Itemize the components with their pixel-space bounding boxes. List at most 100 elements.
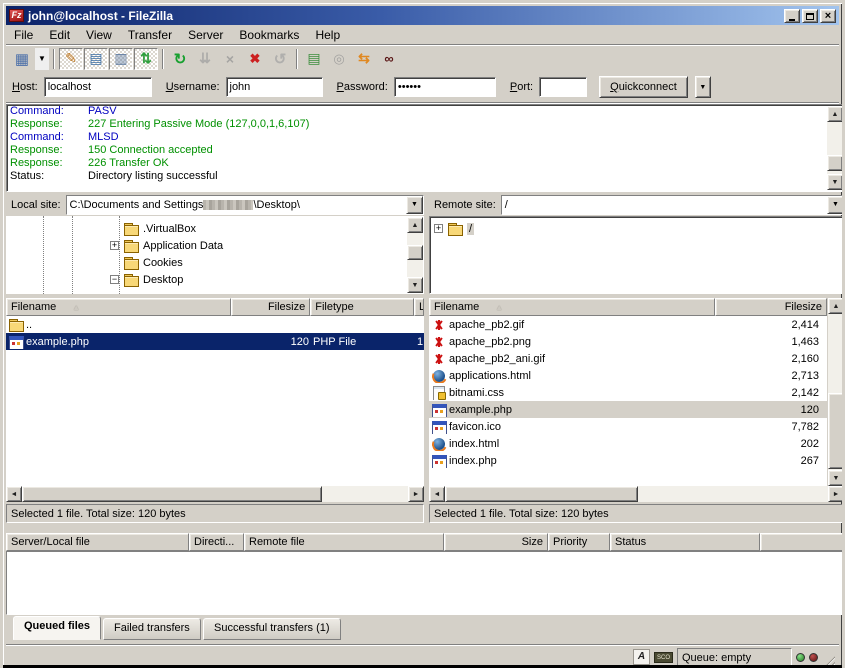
host-input[interactable]: localhost xyxy=(44,77,152,97)
remote-site-dropdown[interactable]: ▼ xyxy=(827,196,844,214)
file-row[interactable]: index.html 202 xyxy=(429,435,827,452)
log-scroll-up[interactable]: ▲ xyxy=(827,106,843,122)
file-row[interactable]: bitnami.css 2,142 xyxy=(429,384,827,401)
folder-icon xyxy=(123,222,139,236)
remote-status: Selected 1 file. Total size: 120 bytes xyxy=(429,504,845,523)
tree-item[interactable]: Cookies xyxy=(110,254,410,271)
host-label: Host: xyxy=(12,81,38,93)
column-filesize[interactable]: Filesize xyxy=(231,298,310,316)
file-row[interactable]: apache_pb2_ani.gif 2,160 xyxy=(429,350,827,367)
menu-item[interactable]: Bookmarks xyxy=(231,26,307,44)
remote-scroll-thumb[interactable] xyxy=(828,393,844,469)
tree-item[interactable]: − Desktop xyxy=(110,271,410,288)
remote-site-combo[interactable]: / ▼ xyxy=(501,195,845,215)
local-hscroll-left[interactable]: ◄ xyxy=(6,486,22,502)
remote-hscroll-thumb[interactable] xyxy=(445,486,638,502)
remote-hscroll-right[interactable]: ► xyxy=(828,486,844,502)
local-site-dropdown[interactable]: ▼ xyxy=(406,196,423,214)
column-filesize[interactable]: Filesize xyxy=(715,298,827,316)
refresh-icon[interactable]: ↻ xyxy=(168,48,192,70)
local-tree-scroll-up[interactable]: ▲ xyxy=(407,217,423,233)
log-scroll-down[interactable]: ▼ xyxy=(827,174,843,190)
file-icon xyxy=(431,386,447,400)
remote-hscroll-left[interactable]: ◄ xyxy=(429,486,445,502)
password-input[interactable]: •••••• xyxy=(394,77,496,97)
speed-limit-icon: SCO xyxy=(654,652,673,663)
menu-item[interactable]: View xyxy=(78,26,120,44)
file-row[interactable]: apache_pb2.png 1,463 xyxy=(429,333,827,350)
column-server-local-file[interactable]: Server/Local file xyxy=(6,533,189,551)
column-direction[interactable]: Directi... xyxy=(189,533,244,551)
local-file-list: .. example.php 120 PHP File 1 xyxy=(6,316,424,486)
column-last-modified[interactable]: L xyxy=(414,298,424,316)
queue-body[interactable] xyxy=(6,551,845,615)
queue-status: Queue: empty xyxy=(677,648,792,666)
menu-item[interactable]: Edit xyxy=(41,26,78,44)
remote-root[interactable]: / xyxy=(467,223,474,235)
menu-item[interactable]: Server xyxy=(180,26,231,44)
toggle-queue-icon[interactable]: ⇅ xyxy=(134,48,158,70)
column-filename[interactable]: Filename▲ xyxy=(429,298,715,316)
tree-item[interactable]: + / xyxy=(434,220,844,237)
local-site-combo[interactable]: C:\Documents and Settings\Desktop\ ▼ xyxy=(66,195,424,215)
username-input[interactable]: john xyxy=(226,77,323,97)
tree-expander-icon[interactable]: − xyxy=(110,275,119,284)
maximize-button[interactable] xyxy=(802,9,818,23)
sort-asc-icon: ▲ xyxy=(495,303,503,312)
column-remote-file[interactable]: Remote file xyxy=(244,533,444,551)
column-filetype[interactable]: Filetype xyxy=(310,298,414,316)
queue-tab[interactable]: Failed transfers xyxy=(103,618,201,640)
title-bar[interactable]: Fz john@localhost - FileZilla × xyxy=(6,6,839,25)
remote-tree: + / xyxy=(429,216,845,294)
username-label: Username: xyxy=(166,81,220,93)
file-icon xyxy=(431,437,447,451)
quickconnect-dropdown[interactable]: ▼ xyxy=(695,76,711,98)
log-scroll-thumb[interactable] xyxy=(827,155,843,171)
log-line: Command:PASV xyxy=(7,105,844,118)
file-row[interactable]: favicon.ico 7,782 xyxy=(429,418,827,435)
activity-led-red xyxy=(809,653,818,662)
local-hscroll-thumb[interactable] xyxy=(22,486,322,502)
toggle-log-icon[interactable]: ✎ xyxy=(59,48,83,70)
close-button[interactable]: × xyxy=(820,9,836,23)
file-row[interactable]: apache_pb2.gif 2,414 xyxy=(429,316,827,333)
remote-scroll-up[interactable]: ▲ xyxy=(828,298,844,314)
local-tree-scroll-down[interactable]: ▼ xyxy=(407,277,423,293)
toggle-local-tree-icon[interactable]: ▤ xyxy=(84,48,108,70)
tree-expander-icon[interactable]: + xyxy=(110,241,119,250)
tree-item[interactable]: + Application Data xyxy=(110,237,410,254)
menu-item[interactable]: File xyxy=(6,26,41,44)
tree-expander-icon[interactable]: + xyxy=(434,224,443,233)
menu-item[interactable]: Help xyxy=(307,26,348,44)
site-manager-dropdown[interactable]: ▼ xyxy=(35,48,49,70)
file-row[interactable]: .. xyxy=(6,316,424,333)
folder-icon xyxy=(123,256,139,270)
filter-icon[interactable]: ▤ xyxy=(302,48,326,70)
file-row[interactable]: example.php 120 xyxy=(429,401,827,418)
local-hscroll-right[interactable]: ► xyxy=(408,486,424,502)
queue-tab[interactable]: Successful transfers (1) xyxy=(203,618,341,640)
log-line: Command:MLSD xyxy=(7,131,844,144)
port-input[interactable] xyxy=(539,77,587,97)
file-row[interactable]: example.php 120 PHP File 1 xyxy=(6,333,424,350)
column-priority[interactable]: Priority xyxy=(548,533,610,551)
file-row[interactable]: applications.html 2,713 xyxy=(429,367,827,384)
quickconnect-button[interactable]: Quickconnect xyxy=(599,76,688,98)
queue-tab[interactable]: Queued files xyxy=(13,616,101,640)
column-status[interactable]: Status xyxy=(610,533,760,551)
toggle-remote-tree-icon[interactable]: ▥ xyxy=(109,48,133,70)
menu-item[interactable]: Transfer xyxy=(120,26,180,44)
find-files-icon[interactable]: ∞ xyxy=(377,48,401,70)
column-size[interactable]: Size xyxy=(444,533,548,551)
remote-scroll-down[interactable]: ▼ xyxy=(828,470,844,486)
local-tree-scroll-thumb[interactable] xyxy=(407,245,423,260)
file-row[interactable]: index.php 267 xyxy=(429,452,827,469)
redacted-username xyxy=(203,200,253,210)
sync-browsing-icon[interactable]: ⇆ xyxy=(352,48,376,70)
column-filename[interactable]: Filename▲ xyxy=(6,298,231,316)
disconnect-icon[interactable]: ✖ xyxy=(243,48,267,70)
tree-item[interactable]: .VirtualBox xyxy=(110,220,410,237)
minimize-button[interactable] xyxy=(784,9,800,23)
toolbar-separator xyxy=(296,49,298,69)
site-manager-icon[interactable]: ▦ xyxy=(10,48,34,70)
